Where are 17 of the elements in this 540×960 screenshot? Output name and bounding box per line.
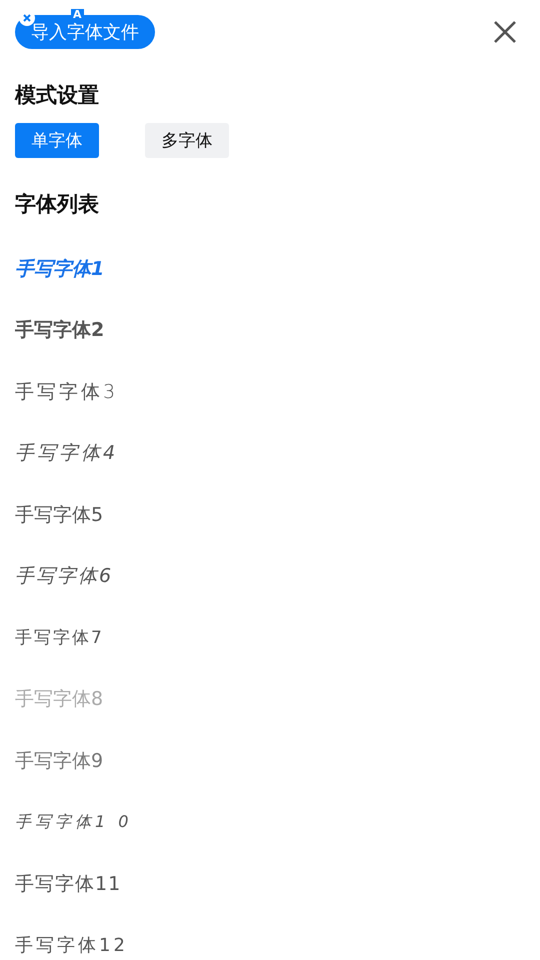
mode-option[interactable]: 多字体 xyxy=(145,123,229,158)
font-item[interactable]: 手写字体7 xyxy=(15,626,104,650)
font-item[interactable]: 手写字体12 xyxy=(15,933,128,958)
font-item[interactable]: 手写字体2 xyxy=(15,317,104,344)
section-title: 字体列表 xyxy=(15,191,100,218)
close-icon[interactable] xyxy=(493,20,517,44)
font-item[interactable]: 手写字体1 xyxy=(15,256,104,282)
mode-option[interactable]: 单字体 xyxy=(15,123,99,158)
font-item[interactable]: 手写字体3 xyxy=(15,378,118,405)
font-item[interactable]: 手写字体9 xyxy=(15,748,104,774)
font-item[interactable]: 手写字体11 xyxy=(15,870,122,897)
section-title: 模式设置 xyxy=(15,82,100,109)
font-item[interactable]: 手写字体1 0 xyxy=(15,812,132,833)
font-item[interactable]: 手写字体5 xyxy=(15,502,104,528)
font-item[interactable]: 手写字体4 xyxy=(15,440,118,466)
letter-badge: A xyxy=(71,9,84,21)
font-item[interactable]: 手写字体6 xyxy=(15,563,114,590)
